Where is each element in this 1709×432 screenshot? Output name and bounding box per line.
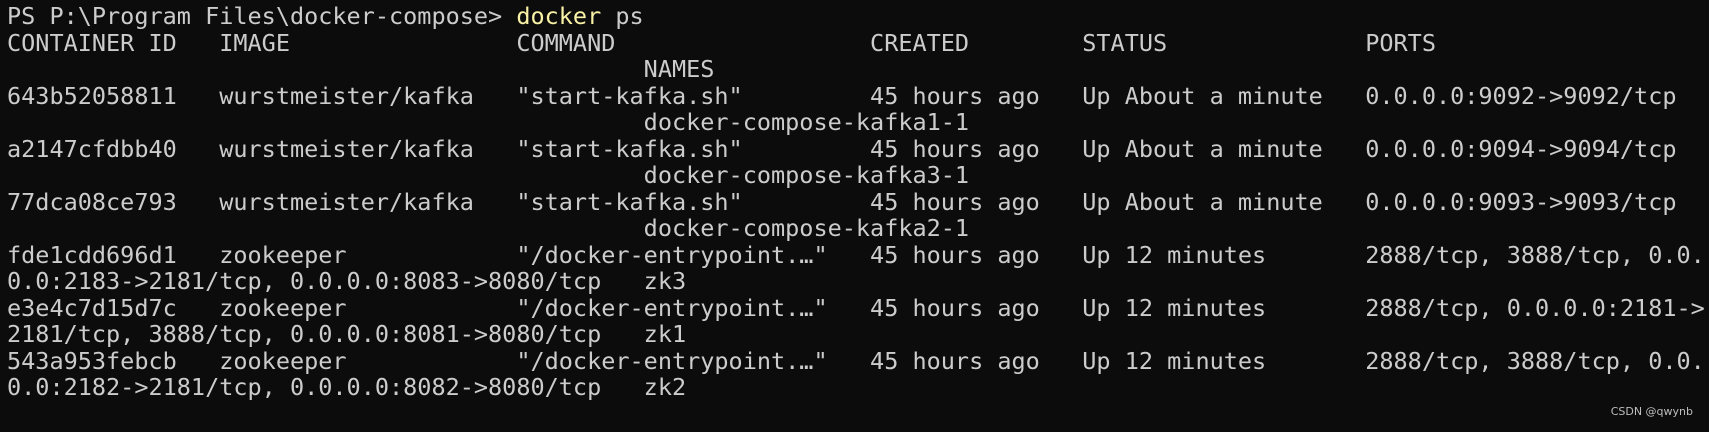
output-line: 643b52058811 wurstmeister/kafka "start-k… bbox=[7, 82, 1677, 110]
output-line: a2147cfdbb40 wurstmeister/kafka "start-k… bbox=[7, 135, 1677, 163]
output-line: e3e4c7d15d7c zookeeper "/docker-entrypoi… bbox=[7, 294, 1705, 322]
prompt-line: PS P:\Program Files\docker-compose> dock… bbox=[7, 2, 644, 31]
terminal-window[interactable]: PS P:\Program Files\docker-compose> dock… bbox=[0, 0, 1709, 432]
output-line: docker-compose-kafka3-1 bbox=[7, 161, 970, 189]
output-line: docker-compose-kafka2-1 bbox=[7, 214, 970, 242]
output-line: 0.0:2183->2181/tcp, 0.0.0.0:8083->8080/t… bbox=[7, 267, 687, 295]
watermark: CSDN @qwynb bbox=[1610, 405, 1693, 418]
command-args: ps bbox=[601, 2, 644, 30]
output-line: 77dca08ce793 wurstmeister/kafka "start-k… bbox=[7, 188, 1677, 216]
output-header-names: NAMES bbox=[7, 55, 715, 83]
output-line: fde1cdd696d1 zookeeper "/docker-entrypoi… bbox=[7, 241, 1705, 269]
output-line: 543a953febcb zookeeper "/docker-entrypoi… bbox=[7, 347, 1705, 375]
output-line: 0.0:2182->2181/tcp, 0.0.0.0:8082->8080/t… bbox=[7, 373, 687, 401]
output-line: docker-compose-kafka1-1 bbox=[7, 108, 970, 136]
command-name: docker bbox=[516, 2, 602, 30]
output-header: CONTAINER ID IMAGE COMMAND CREATED STATU… bbox=[7, 29, 1436, 57]
output-line: 2181/tcp, 3888/tcp, 0.0.0.0:8081->8080/t… bbox=[7, 320, 687, 348]
prompt-path: PS P:\Program Files\docker-compose> bbox=[7, 2, 517, 30]
